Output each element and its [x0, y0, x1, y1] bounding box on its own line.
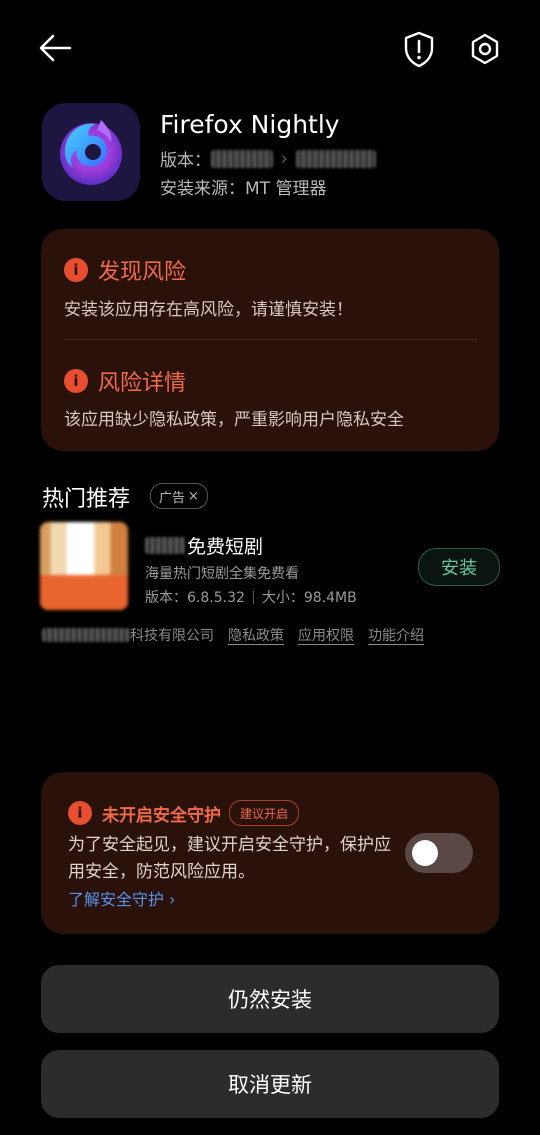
- security-guard-toggle[interactable]: [405, 833, 473, 873]
- recommended-install-button[interactable]: 安装: [418, 548, 500, 586]
- app-icon: [42, 103, 140, 201]
- meta-separator: [252, 590, 254, 604]
- redacted-app-prefix: [145, 537, 185, 554]
- arrow-left-icon: [39, 34, 72, 62]
- feature-intro-link[interactable]: 功能介绍: [368, 625, 424, 645]
- gear-icon: [471, 33, 499, 65]
- toggle-knob: [412, 840, 438, 866]
- suggest-enable-badge: 建议开启: [229, 800, 300, 826]
- source-label: 安装来源：: [160, 179, 245, 199]
- security-guard-text: 为了安全起见，建议开启安全守护，保护应用安全，防范风险应用。: [68, 835, 391, 882]
- recommended-app-name[interactable]: 免费短剧: [145, 532, 263, 559]
- app-source-row: 安装来源： MT 管理器: [160, 174, 326, 199]
- redacted-company-name: [42, 628, 130, 642]
- app-version-row: 版本： ›: [160, 146, 376, 171]
- app-permissions-link[interactable]: 应用权限: [298, 625, 354, 645]
- recommended-app-desc: 海量热门短剧全集免费看: [145, 566, 299, 582]
- warning-icon: i: [64, 258, 88, 282]
- recommended-app-version: 版本：6.8.5.32: [145, 590, 245, 606]
- recommended-app-icon[interactable]: [40, 522, 128, 610]
- firefox-nightly-logo-icon: [60, 120, 122, 185]
- source-value: MT 管理器: [245, 179, 327, 199]
- ad-label: 广告: [159, 490, 186, 506]
- back-button[interactable]: [38, 32, 74, 64]
- privacy-policy-link[interactable]: 隐私政策: [228, 625, 284, 645]
- security-shield-button[interactable]: [402, 30, 436, 68]
- warning-icon: i: [64, 369, 88, 393]
- hot-recommend-title: 热门推荐: [42, 487, 131, 512]
- risk-divider: [64, 339, 477, 340]
- app-name: Firefox Nightly: [160, 110, 340, 139]
- risk-found-label: 发现风险: [98, 260, 187, 285]
- risk-found-title: i 发现风险: [64, 254, 186, 286]
- warning-icon: i: [68, 801, 92, 825]
- recommended-app-size: 大小：98.4MB: [261, 590, 357, 606]
- close-icon[interactable]: ×: [188, 489, 199, 504]
- risk-detail-text: 该应用缺少隐私政策，严重影响用户隐私安全: [64, 410, 404, 430]
- cancel-update-button[interactable]: 取消更新: [41, 1050, 499, 1118]
- recommended-app-name-text: 免费短剧: [187, 536, 264, 558]
- redacted-version-old: [211, 149, 273, 168]
- version-label: 版本：: [160, 151, 211, 171]
- security-guard-label: 未开启安全守护: [102, 805, 221, 826]
- company-suffix: 科技有限公司: [130, 628, 214, 644]
- learn-security-guard-link[interactable]: 了解安全守护 ›: [68, 886, 176, 910]
- risk-detail-label: 风险详情: [98, 371, 187, 396]
- settings-button[interactable]: [468, 30, 502, 68]
- ad-tag[interactable]: 广告 ×: [150, 483, 208, 509]
- install-anyway-button[interactable]: 仍然安装: [41, 965, 499, 1033]
- security-guard-title: i 未开启安全守护 建议开启: [68, 800, 300, 826]
- redacted-version-new: [295, 149, 376, 168]
- recommended-app-links: 科技有限公司 隐私政策 应用权限 功能介绍: [42, 625, 424, 645]
- recommended-app-meta: 版本：6.8.5.32 大小：98.4MB: [145, 587, 357, 607]
- risk-detail-title: i 风险详情: [64, 365, 186, 397]
- risk-found-text: 安装该应用存在高风险，请谨慎安装！: [64, 300, 353, 320]
- shield-exclamation-icon: [404, 31, 434, 68]
